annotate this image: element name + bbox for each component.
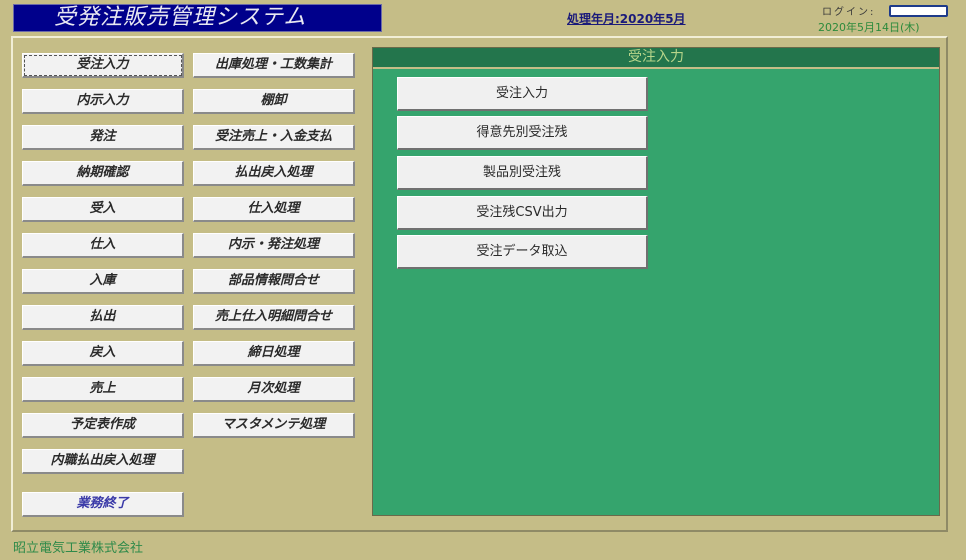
submenu-button-backlog-csv-export[interactable]: 受注残CSV出力 (397, 196, 648, 230)
menu-button-parts-inquiry[interactable]: 部品情報問合せ (193, 269, 355, 294)
login-label: ログイン: (822, 7, 876, 18)
processing-month-link[interactable]: 処理年月:2020年5月 (567, 10, 686, 27)
login-user-field (889, 5, 948, 17)
menu-button-forecast-order-processing[interactable]: 内示・発注処理 (193, 233, 355, 258)
menu-button-purchase-order[interactable]: 発注 (22, 125, 184, 150)
menu-button-sales[interactable]: 売上 (22, 377, 184, 402)
menu-button-schedule[interactable]: 予定表作成 (22, 413, 184, 438)
menu-button-monthly[interactable]: 月次処理 (193, 377, 355, 402)
submenu-button-customer-backlog[interactable]: 得意先別受注残 (397, 116, 648, 150)
menu-button-delivery-confirm[interactable]: 納期確認 (22, 161, 184, 186)
menu-button-purchasing[interactable]: 仕入 (22, 233, 184, 258)
menu-button-homework-dispatch[interactable]: 内職払出戻入処理 (22, 449, 184, 474)
menu-button-shipping-hours[interactable]: 出庫処理・工数集計 (193, 53, 355, 78)
menu-button-return[interactable]: 戻入 (22, 341, 184, 366)
app-title: 受発注販売管理システム (13, 4, 382, 32)
menu-button-dispatch-return-processing[interactable]: 払出戻入処理 (193, 161, 355, 186)
submenu-panel-title: 受注入力 (373, 48, 939, 69)
menu-button-sales-payment[interactable]: 受注売上・入金支払 (193, 125, 355, 150)
menu-button-forecast-entry[interactable]: 内示入力 (22, 89, 184, 114)
submenu-button-product-backlog[interactable]: 製品別受注残 (397, 156, 648, 190)
exit-button[interactable]: 業務終了 (22, 492, 184, 517)
menu-button-inventory[interactable]: 棚卸 (193, 89, 355, 114)
submenu-panel: 受注入力 受注入力 得意先別受注残 製品別受注残 受注残CSV出力 受注データ取… (372, 47, 940, 516)
menu-button-purchase-processing[interactable]: 仕入処理 (193, 197, 355, 222)
menu-button-dispatch[interactable]: 払出 (22, 305, 184, 330)
menu-button-receiving[interactable]: 受入 (22, 197, 184, 222)
menu-button-order-entry[interactable]: 受注入力 (22, 53, 184, 78)
current-date: 2020年5月14日(木) (818, 21, 920, 34)
submenu-button-order-entry[interactable]: 受注入力 (397, 77, 648, 111)
menu-button-closing[interactable]: 締日処理 (193, 341, 355, 366)
company-name: 昭立電気工業株式会社 (13, 541, 144, 556)
menu-button-warehousing[interactable]: 入庫 (22, 269, 184, 294)
menu-button-sales-purchase-inquiry[interactable]: 売上仕入明細問合せ (193, 305, 355, 330)
submenu-button-order-data-import[interactable]: 受注データ取込 (397, 235, 648, 269)
menu-button-master-maintenance[interactable]: マスタメンテ処理 (193, 413, 355, 438)
